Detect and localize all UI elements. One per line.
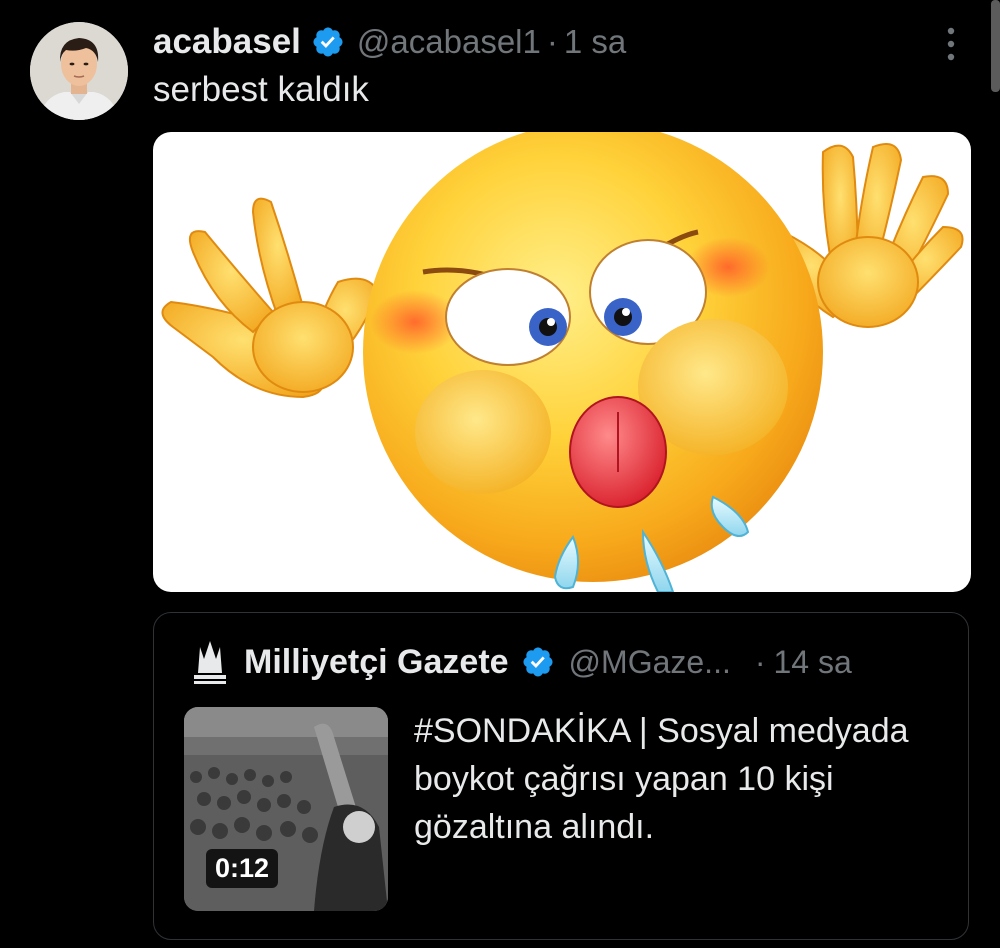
separator: · (546, 23, 558, 60)
separator: · (754, 643, 766, 680)
quote-display-name[interactable]: Milliyetçi Gazete (244, 643, 509, 682)
tweet-text: serbest kaldık (153, 70, 369, 109)
quote-text: #SONDAKİKA | Sosyal medyada boykot çağrı… (414, 712, 909, 846)
scrollbar[interactable] (991, 0, 1000, 92)
tweet-media-image[interactable] (153, 132, 971, 592)
quote-timestamp[interactable]: 14 sa (774, 644, 852, 681)
left-hand (161, 197, 380, 399)
tweet[interactable]: acabasel @acabasel1 · 1 sa serbest kaldı… (0, 0, 1000, 948)
verified-badge-icon (313, 27, 343, 57)
verified-badge-icon (523, 647, 553, 677)
more-vertical-icon[interactable] (940, 26, 962, 62)
quote-header: Milliyetçi Gazete @MGaze... · 14 sa (244, 639, 852, 685)
tweet-header: acabasel @acabasel1 · 1 sa (153, 18, 626, 66)
avatar[interactable] (30, 22, 128, 120)
quote-handle[interactable]: @MGaze... (569, 644, 731, 681)
display-name[interactable]: acabasel (153, 22, 301, 62)
publisher-logo-icon (194, 641, 226, 684)
video-thumbnail[interactable]: 0:12 (184, 707, 388, 911)
video-duration: 0:12 (206, 849, 279, 888)
timestamp[interactable]: 1 sa (564, 23, 626, 61)
quoted-tweet[interactable]: Milliyetçi Gazete @MGaze... · 14 sa 0:12… (153, 612, 969, 940)
handle[interactable]: @acabasel1 (357, 23, 541, 61)
